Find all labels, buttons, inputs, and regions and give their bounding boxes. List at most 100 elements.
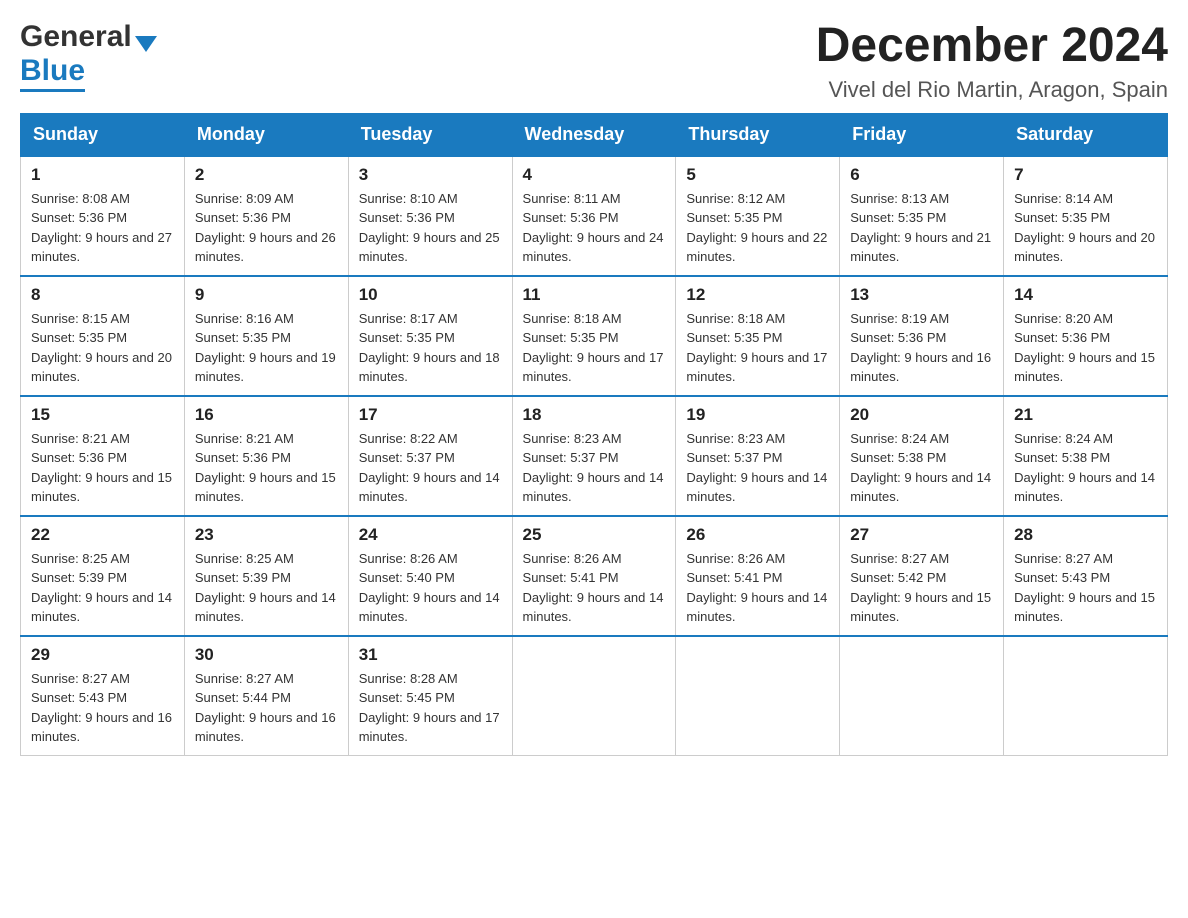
day-number: 25	[523, 525, 666, 545]
calendar-cell: 23 Sunrise: 8:25 AMSunset: 5:39 PMDayligh…	[184, 516, 348, 636]
day-info: Sunrise: 8:25 AMSunset: 5:39 PMDaylight:…	[31, 549, 174, 627]
day-info: Sunrise: 8:13 AMSunset: 5:35 PMDaylight:…	[850, 189, 993, 267]
day-info: Sunrise: 8:21 AMSunset: 5:36 PMDaylight:…	[31, 429, 174, 507]
day-info: Sunrise: 8:08 AMSunset: 5:36 PMDaylight:…	[31, 189, 174, 267]
day-number: 16	[195, 405, 338, 425]
logo-general-text: General	[20, 20, 132, 54]
calendar-cell: 19 Sunrise: 8:23 AMSunset: 5:37 PMDayligh…	[676, 396, 840, 516]
day-number: 20	[850, 405, 993, 425]
day-info: Sunrise: 8:16 AMSunset: 5:35 PMDaylight:…	[195, 309, 338, 387]
day-info: Sunrise: 8:24 AMSunset: 5:38 PMDaylight:…	[850, 429, 993, 507]
header-friday: Friday	[840, 113, 1004, 156]
day-info: Sunrise: 8:22 AMSunset: 5:37 PMDaylight:…	[359, 429, 502, 507]
calendar-cell: 24 Sunrise: 8:26 AMSunset: 5:40 PMDayligh…	[348, 516, 512, 636]
day-info: Sunrise: 8:11 AMSunset: 5:36 PMDaylight:…	[523, 189, 666, 267]
day-number: 4	[523, 165, 666, 185]
logo: General Blue	[20, 20, 157, 88]
calendar-cell: 6Sunrise: 8:13 AMSunset: 5:35 PMDaylight…	[840, 156, 1004, 276]
calendar-cell: 31 Sunrise: 8:28 AMSunset: 5:45 PMDayligh…	[348, 636, 512, 756]
day-info: Sunrise: 8:27 AMSunset: 5:43 PMDaylight:…	[1014, 549, 1157, 627]
location-subtitle: Vivel del Rio Martin, Aragon, Spain	[816, 77, 1168, 103]
calendar-cell: 18 Sunrise: 8:23 AMSunset: 5:37 PMDayligh…	[512, 396, 676, 516]
day-number: 1	[31, 165, 174, 185]
day-number: 27	[850, 525, 993, 545]
logo-line2: Blue	[20, 54, 85, 88]
calendar-cell: 2Sunrise: 8:09 AMSunset: 5:36 PMDaylight…	[184, 156, 348, 276]
calendar-cell	[840, 636, 1004, 756]
calendar-cell	[676, 636, 840, 756]
day-number: 7	[1014, 165, 1157, 185]
day-number: 14	[1014, 285, 1157, 305]
calendar-cell: 11 Sunrise: 8:18 AMSunset: 5:35 PMDayligh…	[512, 276, 676, 396]
calendar-cell: 29 Sunrise: 8:27 AMSunset: 5:43 PMDayligh…	[21, 636, 185, 756]
day-info: Sunrise: 8:23 AMSunset: 5:37 PMDaylight:…	[686, 429, 829, 507]
calendar-cell: 21 Sunrise: 8:24 AMSunset: 5:38 PMDayligh…	[1004, 396, 1168, 516]
calendar-cell: 15 Sunrise: 8:21 AMSunset: 5:36 PMDayligh…	[21, 396, 185, 516]
calendar-cell: 26 Sunrise: 8:26 AMSunset: 5:41 PMDayligh…	[676, 516, 840, 636]
day-info: Sunrise: 8:27 AMSunset: 5:44 PMDaylight:…	[195, 669, 338, 747]
day-number: 18	[523, 405, 666, 425]
day-number: 15	[31, 405, 174, 425]
day-number: 12	[686, 285, 829, 305]
calendar-cell: 7Sunrise: 8:14 AMSunset: 5:35 PMDaylight…	[1004, 156, 1168, 276]
day-info: Sunrise: 8:20 AMSunset: 5:36 PMDaylight:…	[1014, 309, 1157, 387]
day-number: 26	[686, 525, 829, 545]
day-number: 23	[195, 525, 338, 545]
calendar-week-1: 1 Sunrise: 8:08 AMSunset: 5:36 PMDaylight…	[21, 156, 1168, 276]
calendar-cell: 16 Sunrise: 8:21 AMSunset: 5:36 PMDayligh…	[184, 396, 348, 516]
calendar-cell: 28 Sunrise: 8:27 AMSunset: 5:43 PMDayligh…	[1004, 516, 1168, 636]
calendar-table: SundayMondayTuesdayWednesdayThursdayFrid…	[20, 113, 1168, 756]
calendar-cell: 14 Sunrise: 8:20 AMSunset: 5:36 PMDayligh…	[1004, 276, 1168, 396]
calendar-cell: 4 Sunrise: 8:11 AMSunset: 5:36 PMDaylight…	[512, 156, 676, 276]
day-number: 28	[1014, 525, 1157, 545]
calendar-cell: 13Sunrise: 8:19 AMSunset: 5:36 PMDayligh…	[840, 276, 1004, 396]
calendar-header-row: SundayMondayTuesdayWednesdayThursdayFrid…	[21, 113, 1168, 156]
calendar-cell	[512, 636, 676, 756]
day-info: Sunrise: 8:24 AMSunset: 5:38 PMDaylight:…	[1014, 429, 1157, 507]
day-info: Sunrise: 8:12 AMSunset: 5:35 PMDaylight:…	[686, 189, 829, 267]
calendar-cell: 27Sunrise: 8:27 AMSunset: 5:42 PMDayligh…	[840, 516, 1004, 636]
day-info: Sunrise: 8:23 AMSunset: 5:37 PMDaylight:…	[523, 429, 666, 507]
day-number: 21	[1014, 405, 1157, 425]
calendar-cell: 10Sunrise: 8:17 AMSunset: 5:35 PMDayligh…	[348, 276, 512, 396]
day-info: Sunrise: 8:18 AMSunset: 5:35 PMDaylight:…	[523, 309, 666, 387]
day-number: 31	[359, 645, 502, 665]
day-number: 29	[31, 645, 174, 665]
day-info: Sunrise: 8:18 AMSunset: 5:35 PMDaylight:…	[686, 309, 829, 387]
calendar-cell: 5 Sunrise: 8:12 AMSunset: 5:35 PMDaylight…	[676, 156, 840, 276]
calendar-cell: 12 Sunrise: 8:18 AMSunset: 5:35 PMDayligh…	[676, 276, 840, 396]
day-number: 5	[686, 165, 829, 185]
day-number: 24	[359, 525, 502, 545]
day-info: Sunrise: 8:10 AMSunset: 5:36 PMDaylight:…	[359, 189, 502, 267]
calendar-week-2: 8Sunrise: 8:15 AMSunset: 5:35 PMDaylight…	[21, 276, 1168, 396]
calendar-cell: 3Sunrise: 8:10 AMSunset: 5:36 PMDaylight…	[348, 156, 512, 276]
header-sunday: Sunday	[21, 113, 185, 156]
calendar-cell: 1 Sunrise: 8:08 AMSunset: 5:36 PMDaylight…	[21, 156, 185, 276]
day-info: Sunrise: 8:09 AMSunset: 5:36 PMDaylight:…	[195, 189, 338, 267]
day-number: 22	[31, 525, 174, 545]
day-info: Sunrise: 8:26 AMSunset: 5:40 PMDaylight:…	[359, 549, 502, 627]
calendar-cell: 30 Sunrise: 8:27 AMSunset: 5:44 PMDayligh…	[184, 636, 348, 756]
day-number: 19	[686, 405, 829, 425]
calendar-cell: 22 Sunrise: 8:25 AMSunset: 5:39 PMDayligh…	[21, 516, 185, 636]
day-info: Sunrise: 8:21 AMSunset: 5:36 PMDaylight:…	[195, 429, 338, 507]
day-info: Sunrise: 8:28 AMSunset: 5:45 PMDaylight:…	[359, 669, 502, 747]
calendar-cell: 8Sunrise: 8:15 AMSunset: 5:35 PMDaylight…	[21, 276, 185, 396]
logo-blue-text: Blue	[20, 54, 85, 92]
day-number: 30	[195, 645, 338, 665]
calendar-cell: 20 Sunrise: 8:24 AMSunset: 5:38 PMDayligh…	[840, 396, 1004, 516]
calendar-cell: 25 Sunrise: 8:26 AMSunset: 5:41 PMDayligh…	[512, 516, 676, 636]
day-number: 9	[195, 285, 338, 305]
day-info: Sunrise: 8:27 AMSunset: 5:43 PMDaylight:…	[31, 669, 174, 747]
day-number: 17	[359, 405, 502, 425]
header-thursday: Thursday	[676, 113, 840, 156]
calendar-cell: 9 Sunrise: 8:16 AMSunset: 5:35 PMDaylight…	[184, 276, 348, 396]
day-info: Sunrise: 8:26 AMSunset: 5:41 PMDaylight:…	[523, 549, 666, 627]
day-info: Sunrise: 8:26 AMSunset: 5:41 PMDaylight:…	[686, 549, 829, 627]
header-saturday: Saturday	[1004, 113, 1168, 156]
day-info: Sunrise: 8:17 AMSunset: 5:35 PMDaylight:…	[359, 309, 502, 387]
day-number: 11	[523, 285, 666, 305]
header-wednesday: Wednesday	[512, 113, 676, 156]
day-info: Sunrise: 8:25 AMSunset: 5:39 PMDaylight:…	[195, 549, 338, 627]
logo-line1: General	[20, 20, 157, 54]
